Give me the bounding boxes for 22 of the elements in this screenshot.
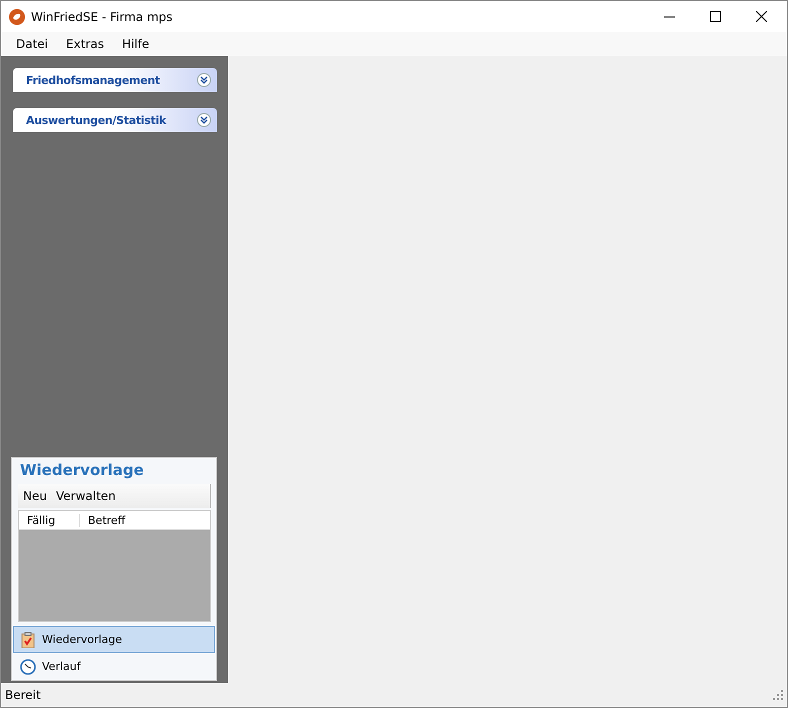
menu-item[interactable]: Datei	[7, 37, 58, 51]
window-title: WinFriedSE - Firma mps	[31, 10, 172, 24]
panel-title: Wiedervorlage	[19, 460, 145, 481]
resize-grip-icon[interactable]	[773, 690, 783, 700]
clipboard-icon	[20, 632, 36, 648]
nav-item[interactable]: Verlauf	[13, 653, 215, 680]
close-icon[interactable]	[756, 11, 767, 22]
chevron-icon[interactable]	[197, 113, 211, 127]
nav-item[interactable]: Wiedervorlage	[13, 626, 215, 653]
column-header[interactable]: Fällig	[19, 514, 80, 526]
menu-item[interactable]: Extras	[57, 37, 113, 51]
toolbar-button[interactable]: Neu	[18, 489, 51, 503]
clock-icon	[20, 658, 36, 674]
group-header[interactable]: Auswertungen/Statistik	[13, 108, 217, 132]
app-logo-icon	[9, 8, 25, 24]
column-header[interactable]: Betreff	[80, 514, 126, 526]
toolbar-button[interactable]: Verwalten	[50, 489, 120, 503]
maximize-icon[interactable]	[710, 11, 721, 22]
menu-item[interactable]: Hilfe	[112, 37, 158, 51]
group-header[interactable]: Friedhofsmanagement	[13, 68, 217, 92]
chevron-icon[interactable]	[197, 73, 211, 87]
status-text: Bereit	[5, 688, 41, 702]
